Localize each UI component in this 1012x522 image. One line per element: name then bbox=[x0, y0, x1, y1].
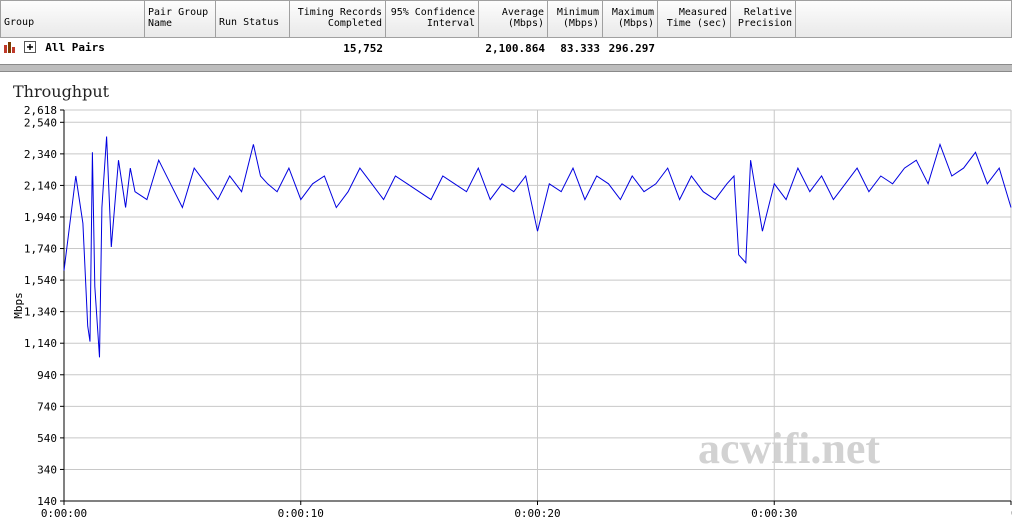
x-tick-label: 0:00:20 bbox=[514, 507, 560, 520]
y-tick-label: 2,540 bbox=[24, 116, 57, 129]
y-tick-label: 2,618 bbox=[24, 104, 57, 117]
y-tick-label: 2,340 bbox=[24, 148, 57, 161]
throughput-chart: 1403405407409401,1401,3401,5401,7401,940… bbox=[12, 104, 1012, 520]
y-tick-label: 1,940 bbox=[24, 211, 57, 224]
watermark: acwifi.net bbox=[698, 424, 880, 473]
y-tick-label: 1,740 bbox=[24, 243, 57, 256]
x-tick-label: 0:00:30 bbox=[751, 507, 797, 520]
y-tick-label: 1,140 bbox=[24, 337, 57, 350]
y-axis-label: Mbps bbox=[12, 292, 25, 319]
y-tick-label: 540 bbox=[37, 432, 57, 445]
y-tick-label: 940 bbox=[37, 369, 57, 382]
y-tick-label: 2,140 bbox=[24, 179, 57, 192]
x-tick-label: 0:00:00 bbox=[41, 507, 87, 520]
y-tick-label: 340 bbox=[37, 463, 57, 476]
y-tick-label: 1,340 bbox=[24, 306, 57, 319]
y-tick-label: 740 bbox=[37, 400, 57, 413]
y-tick-label: 1,540 bbox=[24, 274, 57, 287]
x-tick-label: 0:00:10 bbox=[278, 507, 324, 520]
